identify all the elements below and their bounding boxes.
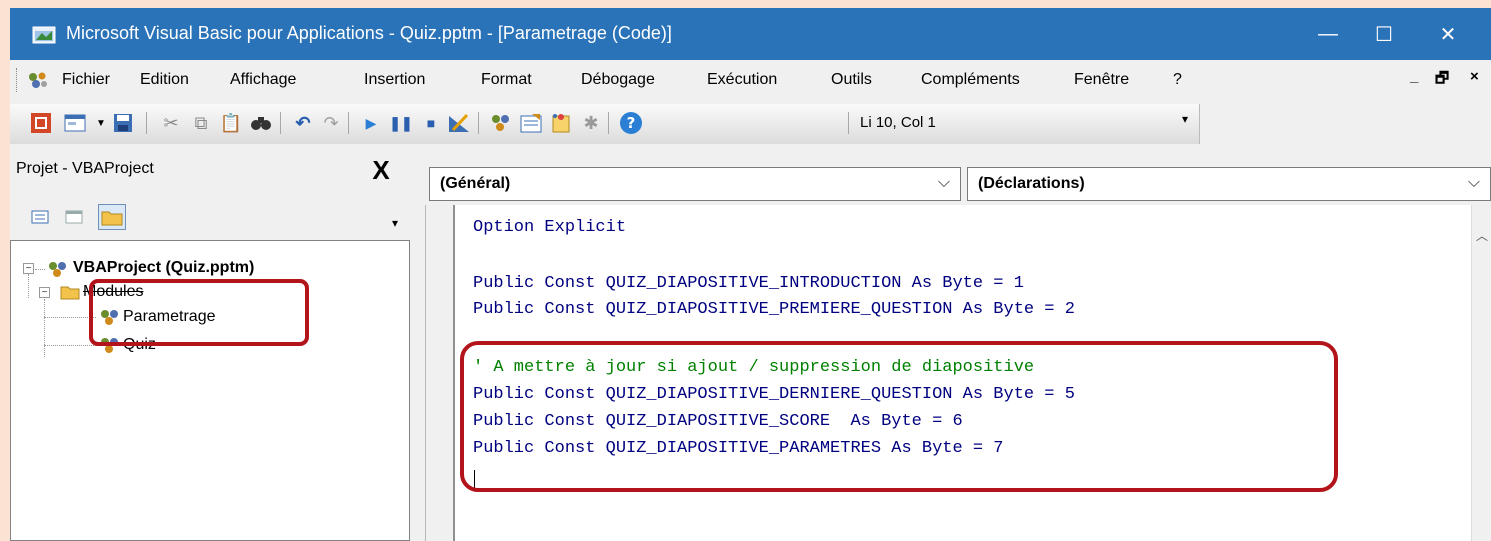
menu-help[interactable]: ? [1173, 71, 1182, 89]
help-icon[interactable]: ? [618, 110, 644, 136]
chevron-down-icon: ⌵ [937, 174, 950, 191]
close-button[interactable]: ✕ [1420, 8, 1476, 60]
maximize-button[interactable]: ☐ [1356, 8, 1412, 60]
redo-icon[interactable]: ↷ [318, 110, 344, 136]
toolbar-separator [608, 112, 609, 134]
project-close-button[interactable]: X [366, 155, 396, 187]
object-combobox[interactable]: (Général) ⌵ [429, 167, 961, 201]
toolbar-separator [348, 112, 349, 134]
procedure-combobox-value: (Déclarations) [978, 175, 1085, 192]
view-code-button[interactable] [26, 204, 54, 230]
code-line[interactable]: Public Const QUIZ_DIAPOSITIVE_INTRODUCTI… [473, 274, 1024, 293]
vertical-scrollbar[interactable]: ︿ [1471, 205, 1491, 541]
menu-outils[interactable]: Outils [831, 71, 872, 89]
design-mode-icon[interactable] [446, 110, 472, 136]
menu-format[interactable]: Format [481, 71, 532, 89]
view-object-button[interactable] [60, 204, 88, 230]
break-icon[interactable]: ❚❚ [388, 110, 414, 136]
minimize-icon: — [1318, 22, 1338, 45]
menu-insertion[interactable]: Insertion [364, 71, 425, 89]
menu-fenetre[interactable]: Fenêtre [1074, 71, 1129, 89]
modules-folder-icon [60, 286, 80, 300]
svg-text:?: ? [627, 114, 636, 132]
insert-userform-icon[interactable] [62, 110, 88, 136]
toolbar-separator [848, 112, 849, 134]
cut-icon[interactable]: ✂ [158, 110, 184, 136]
highlight-parametrage-module [89, 279, 309, 346]
project-explorer-header: Projet - VBAProject X [10, 155, 408, 189]
toggle-folders-button[interactable] [98, 204, 126, 230]
menu-fichier[interactable]: Fichier [62, 71, 110, 89]
window-title: Microsoft Visual Basic pour Applications… [66, 23, 672, 43]
object-combobox-value: (Général) [440, 175, 511, 192]
reset-icon[interactable]: ■ [418, 110, 444, 136]
powerpoint-icon[interactable] [28, 110, 54, 136]
mdi-close-button[interactable]: × [1470, 68, 1479, 85]
collapse-modules-icon[interactable]: − [39, 287, 50, 298]
project-toolbar-options-icon[interactable]: ▾ [392, 216, 398, 230]
save-icon[interactable] [110, 110, 136, 136]
toolbar-options-icon[interactable]: ▾ [1182, 112, 1188, 126]
mdi-restore-button[interactable]: 🗗 [1435, 68, 1449, 93]
minimize-button[interactable]: — [1300, 8, 1356, 60]
mdi-minimize-button[interactable]: _ [1410, 68, 1418, 85]
toolbar-separator [280, 112, 281, 134]
paste-icon[interactable]: 📋 [218, 110, 244, 136]
vba-app-icon [32, 26, 56, 44]
project-explorer-toolbar: ▾ [10, 194, 408, 242]
chevron-down-icon: ⌵ [1467, 174, 1480, 191]
menu-debogage[interactable]: Débogage [581, 71, 655, 89]
properties-icon[interactable] [518, 110, 544, 136]
toolbar-separator [478, 112, 479, 134]
procedure-combobox[interactable]: (Déclarations) ⌵ [967, 167, 1491, 201]
vbaproject-icon [49, 262, 66, 277]
view-object-icon [65, 210, 83, 224]
toolbox-icon[interactable]: ✱ [578, 110, 604, 136]
menu-execution[interactable]: Exécution [707, 71, 777, 89]
menu-affichage[interactable]: Affichage [230, 71, 296, 89]
menu-grip[interactable] [16, 68, 19, 92]
tree-root-vbaproject[interactable]: VBAProject (Quiz.pptm) [73, 259, 254, 277]
folder-icon [101, 211, 123, 226]
menu-complements[interactable]: Compléments [921, 71, 1020, 89]
project-explorer-icon[interactable] [488, 110, 514, 136]
code-line[interactable]: Option Explicit [473, 218, 626, 237]
code-line[interactable]: Public Const QUIZ_DIAPOSITIVE_PREMIERE_Q… [473, 300, 1075, 319]
highlight-code-block [460, 341, 1338, 492]
toolbar-separator [146, 112, 147, 134]
maximize-icon: ☐ [1375, 23, 1393, 46]
menu-edition[interactable]: Edition [140, 71, 189, 89]
close-icon: ✕ [1439, 23, 1457, 46]
undo-icon[interactable]: ↶ [290, 110, 316, 136]
cursor-position-label: Li 10, Col 1 [860, 114, 936, 131]
title-bar[interactable]: Microsoft Visual Basic pour Applications… [10, 8, 1491, 60]
standard-toolbar: ▼ ✂ ⧉ 📋 ↶ ↷ ▶ ❚❚ ■ ✱ ? Li 10, Col 1 ▾ [10, 100, 1491, 148]
code-margin[interactable] [415, 205, 455, 541]
project-explorer-title: Projet - VBAProject [16, 160, 154, 177]
copy-icon[interactable]: ⧉ [188, 110, 214, 136]
find-icon[interactable] [248, 110, 274, 136]
collapse-root-icon[interactable]: − [23, 263, 34, 274]
view-code-icon [31, 210, 49, 224]
object-browser-icon[interactable] [548, 110, 574, 136]
run-icon[interactable]: ▶ [358, 110, 384, 136]
vba-menu-icon[interactable] [26, 70, 50, 90]
menu-bar: Fichier Edition Affichage Insertion Form… [10, 60, 1491, 100]
scroll-up-icon[interactable]: ︿ [1476, 227, 1488, 244]
